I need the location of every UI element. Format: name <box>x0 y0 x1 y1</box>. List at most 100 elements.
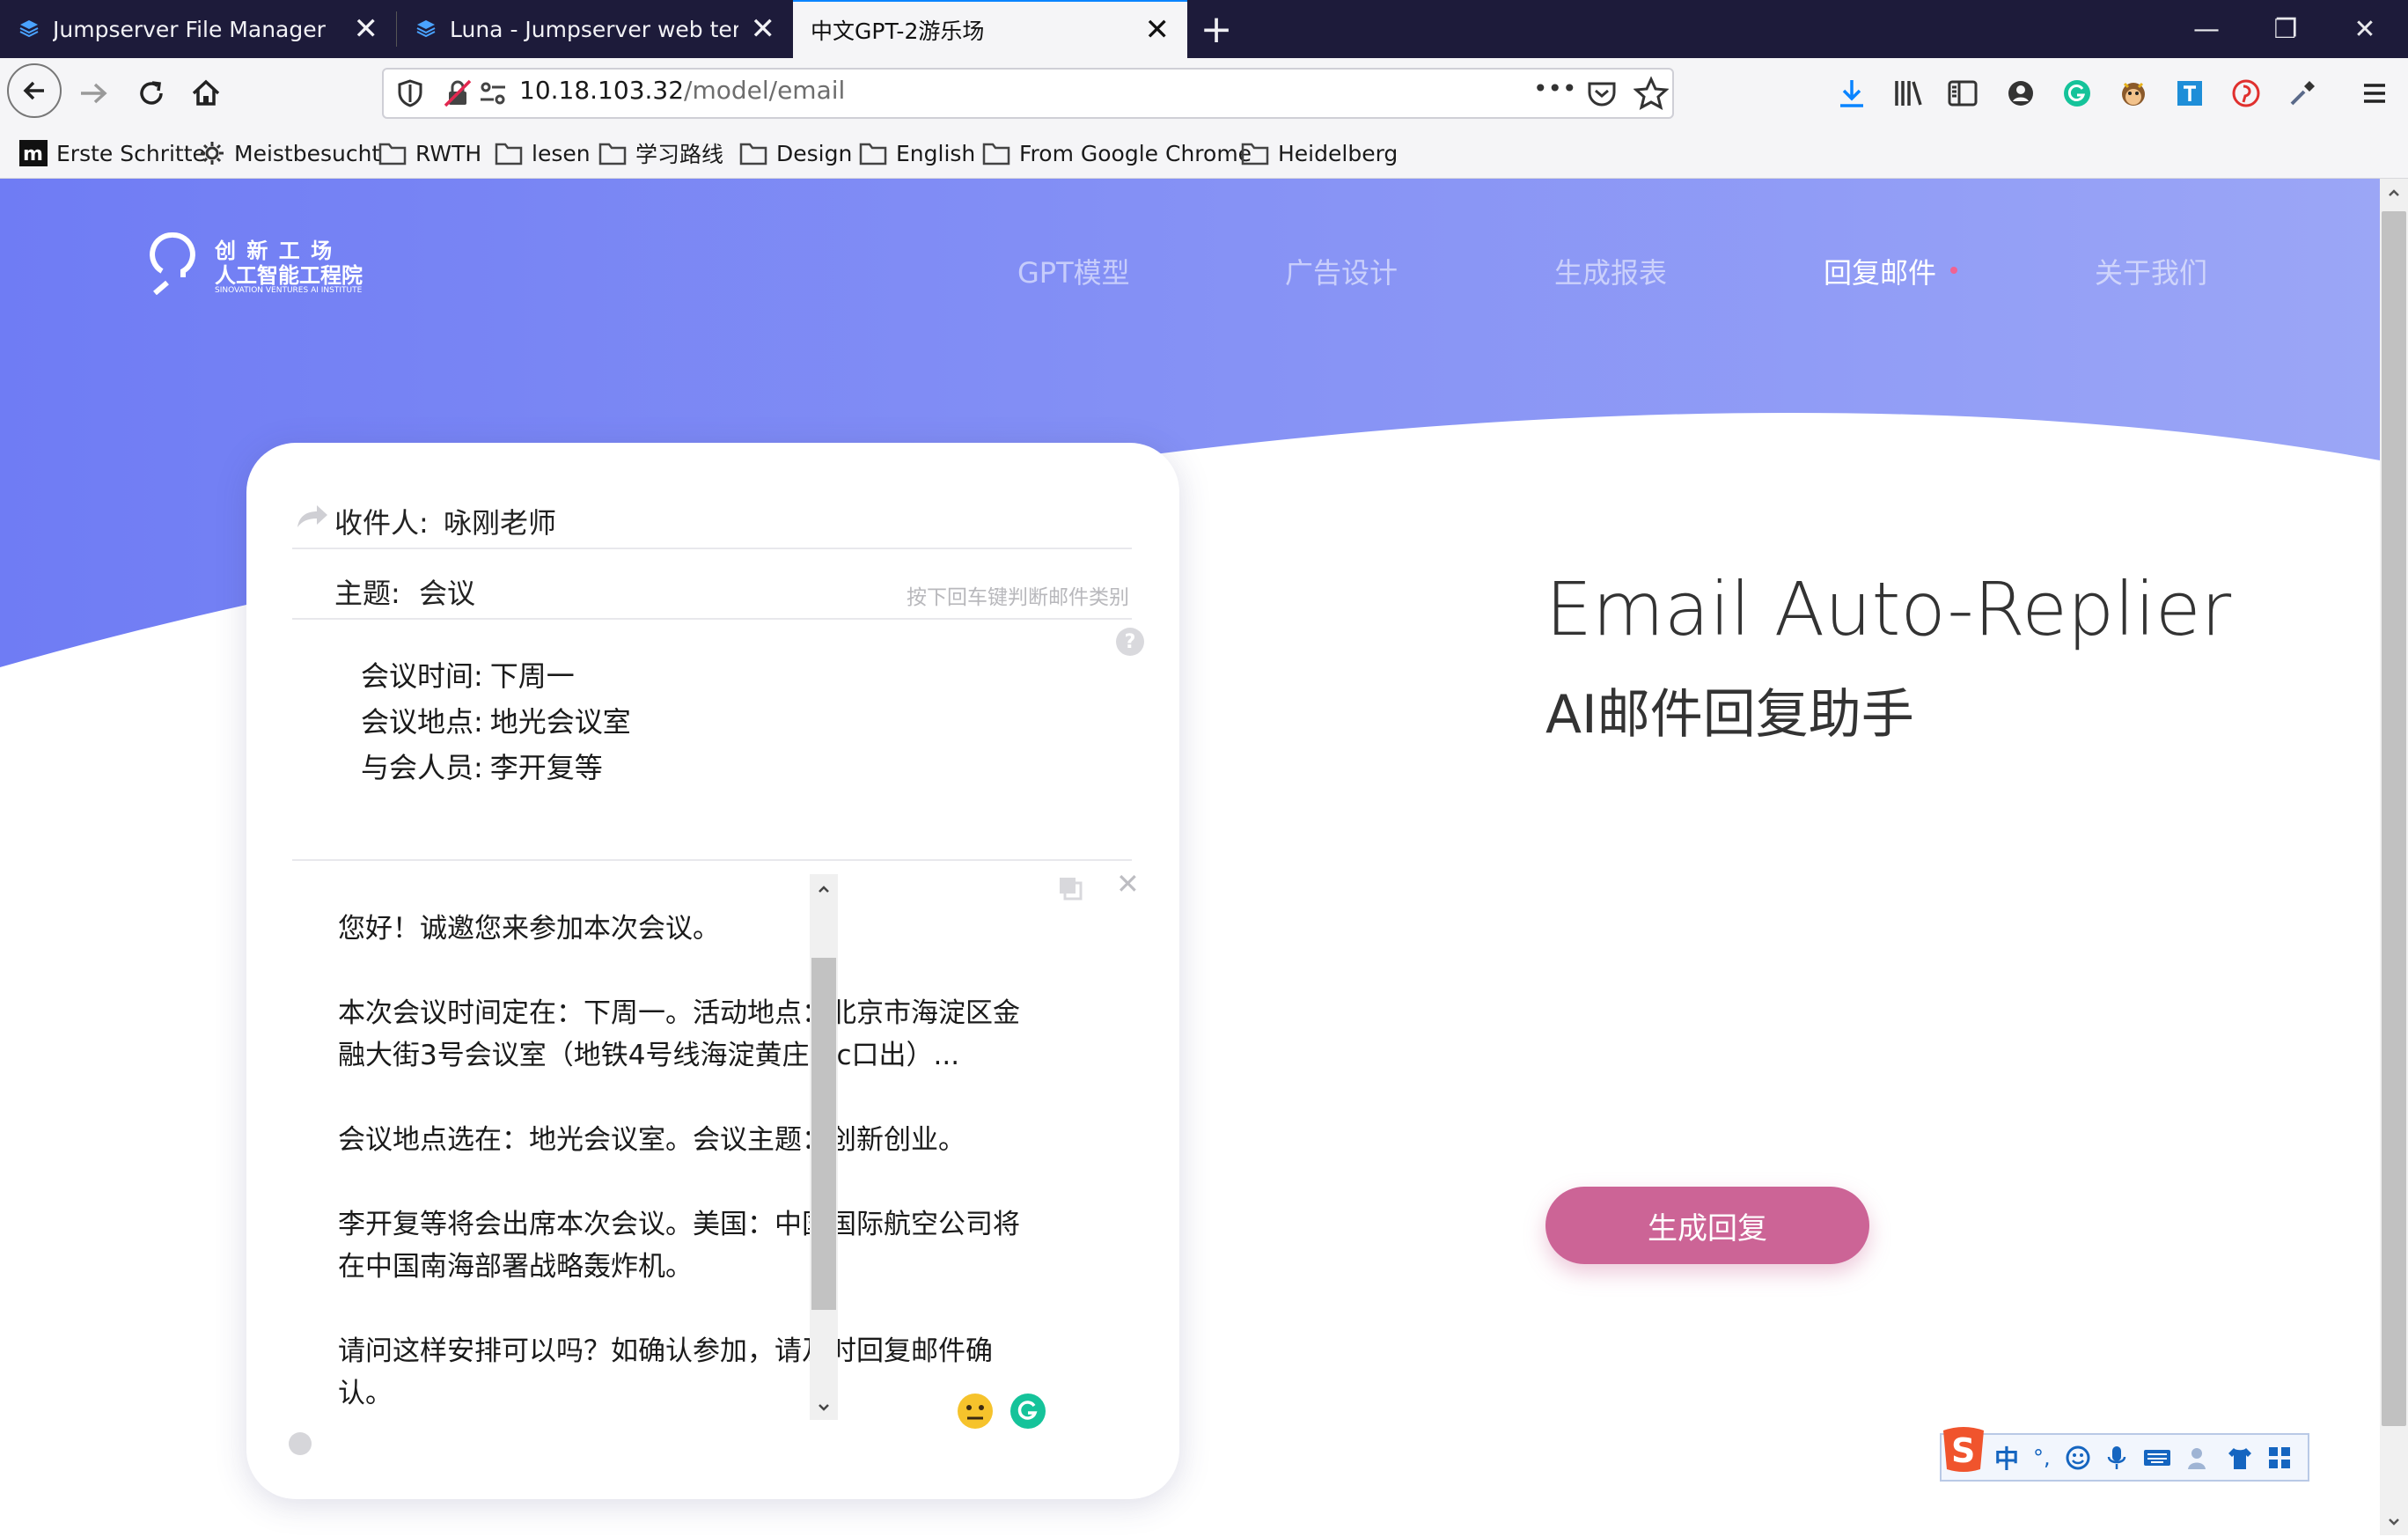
download-icon[interactable] <box>1832 74 1871 113</box>
tab-luna-terminal[interactable]: Luna - Jumpserver web terminal ✕ <box>397 0 793 58</box>
info-line-place[interactable]: 会议地点: 地光会议室 <box>361 700 631 740</box>
copy-icon[interactable] <box>1058 876 1083 901</box>
scroll-up-icon[interactable] <box>2380 181 2408 204</box>
info-line-attendees[interactable]: 与会人员: 李开复等 <box>361 746 603 786</box>
page-content: 创 新 工 场 人工智能工程院 SINOVATION VENTURES AI I… <box>0 179 2380 1535</box>
scroll-down-icon[interactable] <box>810 1397 838 1418</box>
library-icon[interactable] <box>1889 74 1927 113</box>
scroll-down-icon[interactable] <box>2380 1511 2408 1533</box>
skin-shirt-icon[interactable] <box>2227 1445 2253 1471</box>
divider <box>292 548 1132 549</box>
bookmark-label: From Google Chrome <box>1019 140 1252 166</box>
nav-reply-email[interactable]: 回复邮件 <box>1824 251 1936 291</box>
insecure-lock-icon[interactable] <box>442 77 474 109</box>
grammarly-icon[interactable] <box>1009 1392 1047 1430</box>
menu-icon[interactable] <box>2355 74 2394 113</box>
bookmark-design[interactable]: Design <box>739 136 852 171</box>
generate-reply-button[interactable]: 生成回复 <box>1545 1187 1869 1264</box>
svg-text:m: m <box>23 143 43 165</box>
reply-line: 会议地点选在：地光会议室。会议主题：创新创业。 <box>338 1124 965 1156</box>
toolbox-grid-icon[interactable] <box>2267 1445 2292 1470</box>
page-scrollbar-thumb[interactable] <box>2382 211 2406 1426</box>
bookmark-lesen[interactable]: lesen <box>495 136 591 171</box>
scroll-up-icon[interactable] <box>810 879 838 900</box>
reply-scrollbar-thumb[interactable] <box>811 958 836 1310</box>
folder-icon <box>859 143 887 165</box>
close-icon[interactable]: ✕ <box>1116 867 1140 901</box>
info-value: 下周一 <box>489 659 575 693</box>
reply-line <box>338 1077 1020 1119</box>
sogou-logo-icon[interactable]: S <box>1938 1423 1989 1474</box>
home-button[interactable] <box>187 74 225 113</box>
bookmark-label: Meistbesucht <box>234 140 381 166</box>
reload-button[interactable] <box>132 74 171 113</box>
info-value: 李开复等 <box>489 751 603 784</box>
subject-hint: 按下回车键判断邮件类别 <box>907 586 1129 609</box>
minimize-button[interactable]: — <box>2167 0 2246 58</box>
logo-icon[interactable] <box>148 232 197 296</box>
help-icon[interactable]: ? <box>1116 628 1144 656</box>
new-tab-button[interactable]: + <box>1199 5 1234 53</box>
nav-generate-report[interactable]: 生成报表 <box>1554 251 1667 291</box>
ime-mode[interactable]: 中 <box>1994 1440 2019 1475</box>
info-label: 与会人员: <box>361 751 483 784</box>
translate-icon[interactable] <box>2170 74 2209 113</box>
divider <box>292 618 1132 620</box>
reply-line: 本次会议时间定在：下周一。活动地点：北京市海淀区金 <box>338 997 1020 1029</box>
info-line-time[interactable]: 会议时间: 下周一 <box>361 654 575 695</box>
ime-punctuation[interactable]: °, <box>2033 1445 2051 1470</box>
bookmark-study-path[interactable]: 学习路线 <box>598 136 723 171</box>
reply-line: 认。 <box>338 1378 393 1409</box>
tab-close-icon[interactable]: ✕ <box>1145 15 1171 45</box>
shield-icon[interactable] <box>394 77 426 109</box>
grammarly-icon[interactable] <box>2058 74 2096 113</box>
folder-icon <box>378 143 407 165</box>
bookmark-label: lesen <box>532 140 591 166</box>
ime-toolbar[interactable]: 中 °, <box>1940 1433 2309 1482</box>
sidebar-icon[interactable] <box>1943 74 1982 113</box>
nav-about-us[interactable]: 关于我们 <box>2095 251 2207 291</box>
sogou-logo-letter: S <box>1951 1431 1975 1470</box>
bookmark-from-google-chrome[interactable]: From Google Chrome <box>982 136 1252 171</box>
subject-input[interactable]: 会议 <box>419 571 475 612</box>
restore-button[interactable]: ❐ <box>2246 0 2325 58</box>
bookmark-meistbesucht[interactable]: Meistbesucht <box>199 136 380 171</box>
smiley-icon[interactable] <box>2065 1445 2091 1471</box>
info-value: 地光会议室 <box>489 705 631 739</box>
account-icon[interactable] <box>2001 74 2040 113</box>
tab-close-icon[interactable]: ✕ <box>751 14 776 44</box>
star-icon[interactable] <box>1633 76 1670 111</box>
tab-close-icon[interactable]: ✕ <box>354 14 379 44</box>
bookmark-heidelberg[interactable]: Heidelberg <box>1241 136 1398 171</box>
url-host: 10.18.103.32 <box>519 76 685 105</box>
nav-ad-design[interactable]: 广告设计 <box>1285 251 1398 291</box>
gear-icon <box>201 142 224 165</box>
url-text[interactable]: 10.18.103.32/model/email <box>519 76 845 105</box>
bookmark-rwth[interactable]: RWTH <box>378 136 481 171</box>
reply-textarea[interactable]: 您好！诚邀您来参加本次会议。 本次会议时间定在：下周一。活动地点：北京市海淀区金… <box>338 908 1020 1415</box>
window-close-button[interactable]: ✕ <box>2325 0 2404 58</box>
monkey-extension-icon[interactable] <box>2114 74 2153 113</box>
permissions-icon[interactable] <box>477 77 509 109</box>
red-extension-icon[interactable] <box>2227 74 2265 113</box>
user-settings-icon[interactable] <box>2186 1445 2213 1471</box>
page-actions-button[interactable]: ••• <box>1533 74 1577 103</box>
reply-line: 在中国南海部署战略轰炸机。 <box>338 1251 693 1283</box>
nav-gpt-model[interactable]: GPT模型 <box>1017 251 1130 291</box>
tab-jumpserver-file-manager[interactable]: Jumpserver File Manager ✕ <box>0 0 396 58</box>
recipient-value[interactable]: 咏刚老师 <box>444 501 556 541</box>
eyedropper-icon[interactable] <box>2283 74 2322 113</box>
pocket-icon[interactable] <box>1584 76 1619 111</box>
forward-button[interactable] <box>74 74 113 113</box>
microphone-icon[interactable] <box>2105 1445 2128 1471</box>
folder-icon <box>982 143 1010 165</box>
bookmark-erste-schritte[interactable]: m Erste Schritte <box>19 136 206 171</box>
neutral-face-icon[interactable] <box>956 1392 995 1430</box>
recipient-label: 收件人: <box>334 506 429 540</box>
arrow-right-icon <box>81 83 107 104</box>
bookmark-english[interactable]: English <box>859 136 975 171</box>
back-button[interactable] <box>7 63 62 118</box>
subject-label: 主题: <box>334 577 400 610</box>
tab-gpt2-playground[interactable]: 中文GPT-2游乐场 ✕ <box>793 0 1187 58</box>
keyboard-icon[interactable] <box>2142 1446 2172 1469</box>
